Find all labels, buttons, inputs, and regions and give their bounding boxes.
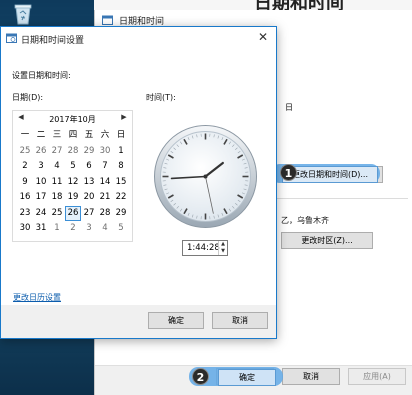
calendar-day[interactable]: 14 bbox=[97, 175, 113, 191]
calendar-day[interactable]: 27 bbox=[81, 206, 97, 222]
calendar-day[interactable]: 26 bbox=[33, 144, 49, 160]
dialog-ok-button[interactable]: 确定 bbox=[148, 312, 204, 329]
calendar-day[interactable]: 30 bbox=[97, 144, 113, 160]
calendar-day[interactable]: 30 bbox=[17, 221, 33, 237]
calendar-day[interactable]: 24 bbox=[33, 206, 49, 222]
change-calendar-settings-link[interactable]: 更改日历设置 bbox=[13, 292, 61, 303]
calendar-day[interactable]: 5 bbox=[65, 159, 81, 175]
step-2-badge: 2 bbox=[192, 368, 209, 385]
calendar-day[interactable]: 29 bbox=[81, 144, 97, 160]
change-timezone-button[interactable]: 更改时区(Z)... bbox=[281, 232, 373, 249]
datetime-icon bbox=[102, 15, 113, 25]
datetime-settings-dialog: 日期和时间设置 ✕ 设置日期和时间: 日期(D): 时间(T): ◀ 2017年… bbox=[0, 26, 277, 339]
weekday-header: 三 bbox=[52, 130, 62, 140]
calendar-day[interactable]: 3 bbox=[33, 159, 49, 175]
calendar-day[interactable]: 2 bbox=[65, 221, 81, 237]
datetime-icon bbox=[6, 33, 17, 43]
calendar-day[interactable]: 29 bbox=[113, 206, 129, 222]
calendar-day[interactable]: 3 bbox=[81, 221, 97, 237]
close-icon[interactable]: ✕ bbox=[256, 30, 270, 44]
calendar-day[interactable]: 15 bbox=[113, 175, 129, 191]
calendar-day[interactable]: 16 bbox=[17, 190, 33, 206]
calendar-day[interactable]: 18 bbox=[49, 190, 65, 206]
calendar-day[interactable]: 22 bbox=[113, 190, 129, 206]
date-label: 日期(D): bbox=[12, 93, 44, 102]
time-value: 1:44:28 bbox=[187, 243, 220, 253]
calendar-day[interactable]: 10 bbox=[33, 175, 49, 191]
calendar: ◀ 2017年10月 ▶ 一二三四五六日 25 26 27 28 29 30 1 2 3 4 5 6 7 8… bbox=[12, 110, 133, 242]
time-input[interactable]: 1:44:28 ▲ ▼ bbox=[182, 240, 228, 256]
calendar-day[interactable]: 7 bbox=[97, 159, 113, 175]
background-ok-button-highlighted[interactable]: 确定 bbox=[218, 369, 276, 386]
background-page-title: 日期和时间 bbox=[254, 0, 344, 10]
calendar-day[interactable]: 23 bbox=[17, 206, 33, 222]
calendar-day[interactable]: 28 bbox=[97, 206, 113, 222]
timezone-text: 乙，乌鲁木齐 bbox=[281, 216, 329, 225]
instruction-text: 设置日期和时间: bbox=[12, 71, 71, 80]
calendar-day[interactable]: 1 bbox=[49, 221, 65, 237]
calendar-day[interactable]: 6 bbox=[81, 159, 97, 175]
calendar-day[interactable]: 21 bbox=[97, 190, 113, 206]
calendar-day[interactable]: 4 bbox=[49, 159, 65, 175]
spin-down-icon[interactable]: ▼ bbox=[219, 248, 227, 255]
weekday-header: 一 bbox=[20, 130, 30, 140]
calendar-day[interactable]: 5 bbox=[113, 221, 129, 237]
calendar-day[interactable]: 20 bbox=[81, 190, 97, 206]
calendar-month-title[interactable]: 2017年10月 bbox=[13, 114, 132, 125]
background-partial-text: 日 bbox=[285, 103, 293, 112]
calendar-day[interactable]: 25 bbox=[17, 144, 33, 160]
weekday-header: 六 bbox=[100, 130, 110, 140]
background-cancel-button[interactable]: 取消 bbox=[282, 368, 340, 385]
top-strip: 日期和时间 bbox=[94, 0, 412, 10]
calendar-day[interactable]: 19 bbox=[65, 190, 81, 206]
calendar-day[interactable]: 2 bbox=[17, 159, 33, 175]
calendar-grid: 一二三四五六日 25 26 27 28 29 30 1 2 3 4 5 6 7 8 9 10 11 12 13 14 15… bbox=[17, 128, 132, 237]
calendar-header: ◀ 2017年10月 ▶ bbox=[13, 111, 132, 128]
calendar-day[interactable]: 17 bbox=[33, 190, 49, 206]
calendar-day[interactable]: 28 bbox=[65, 144, 81, 160]
dialog-cancel-button[interactable]: 取消 bbox=[212, 312, 268, 329]
calendar-day[interactable]: 27 bbox=[49, 144, 65, 160]
step-1-badge: 1 bbox=[280, 164, 297, 181]
calendar-day[interactable]: 11 bbox=[49, 175, 65, 191]
spin-up-icon[interactable]: ▲ bbox=[219, 241, 227, 248]
time-label: 时间(T): bbox=[146, 93, 176, 102]
analog-clock bbox=[154, 125, 257, 228]
calendar-day[interactable]: 31 bbox=[33, 221, 49, 237]
calendar-day[interactable]: 12 bbox=[65, 175, 81, 191]
background-apply-button[interactable]: 应用(A) bbox=[348, 368, 406, 385]
calendar-day[interactable]: 8 bbox=[113, 159, 129, 175]
weekday-header: 五 bbox=[84, 130, 94, 140]
calendar-day[interactable]: 25 bbox=[49, 206, 65, 222]
weekday-header: 二 bbox=[36, 130, 46, 140]
calendar-day[interactable]: 1 bbox=[113, 144, 129, 160]
dialog-titlebar: 日期和时间设置 ✕ bbox=[1, 27, 276, 49]
calendar-day-selected[interactable]: 26 bbox=[65, 205, 81, 221]
time-spinner[interactable]: ▲ ▼ bbox=[218, 241, 227, 255]
next-month-icon[interactable]: ▶ bbox=[118, 113, 130, 121]
calendar-day[interactable]: 13 bbox=[81, 175, 97, 191]
calendar-day[interactable]: 4 bbox=[97, 221, 113, 237]
weekday-header: 四 bbox=[68, 130, 78, 140]
weekday-header: 日 bbox=[116, 130, 126, 140]
recycle-bin-icon[interactable] bbox=[12, 2, 34, 26]
calendar-day[interactable]: 9 bbox=[17, 175, 33, 191]
dialog-title: 日期和时间设置 bbox=[21, 36, 85, 46]
